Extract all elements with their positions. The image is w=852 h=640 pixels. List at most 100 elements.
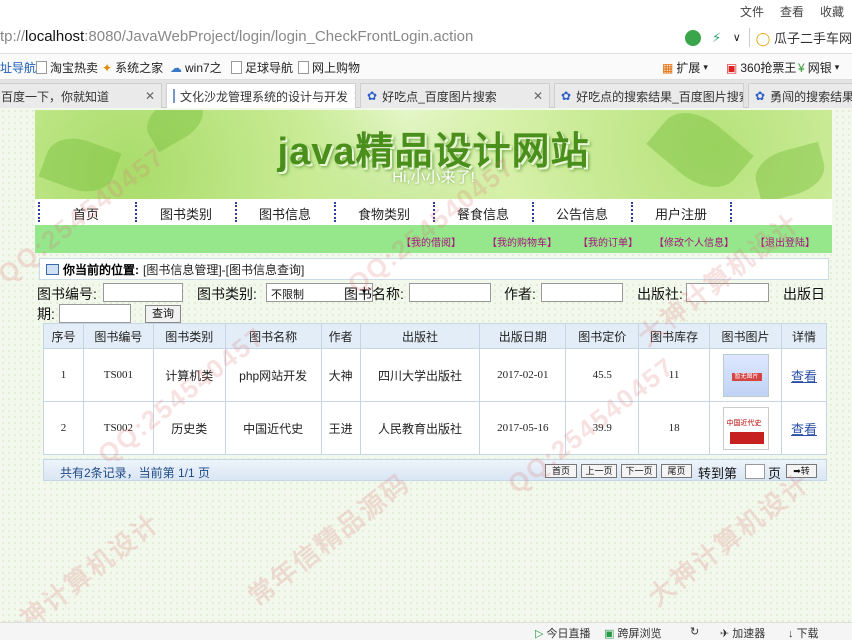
bookmark-system[interactable]: ✦ 系统之家 [102, 59, 163, 76]
pub-date-label: 出版日 [783, 286, 825, 302]
tab-baidu[interactable]: 百度一下，你就知道 ✕ [0, 83, 162, 108]
close-icon[interactable]: ✕ [145, 89, 155, 103]
go-button[interactable]: ➡转 [786, 464, 817, 478]
cell-stock: 18 [638, 401, 711, 455]
cell-book-no: TS002 [82, 401, 154, 455]
bank-button[interactable]: ¥ 网银 ▾ [798, 59, 839, 76]
tab-active[interactable]: 文化沙龙管理系统的设计与开发✕ [166, 83, 356, 108]
cross-screen-button[interactable]: ▣ 跨屏浏览 [604, 625, 661, 640]
rocket-icon: ✈ [720, 628, 730, 640]
nav-notice-info[interactable]: 公告信息 [556, 204, 608, 223]
bolt-icon[interactable]: ⚡ [709, 30, 725, 46]
nav-food-category[interactable]: 食物类别 [358, 204, 410, 223]
page-icon [173, 89, 175, 103]
search-box[interactable]: ◯ 瓜子二手车网 [748, 28, 852, 47]
col-header: 出版社 [359, 323, 481, 349]
last-page-button[interactable]: 尾页 [661, 464, 692, 478]
cell-index: 2 [43, 401, 84, 455]
table-row: 2 TS002 历史类 中国近代史 王进 人民教育出版社 2017-05-16 … [43, 401, 828, 455]
menu-file[interactable]: 文件 [740, 3, 764, 20]
logout-link[interactable]: 【退出登陆】 [755, 234, 815, 249]
my-borrowing-link[interactable]: 【我的借阅】 [401, 234, 461, 249]
chevron-down-icon[interactable]: ∨ [733, 31, 741, 44]
bookmark-football[interactable]: 足球导航 [231, 59, 293, 76]
cell-pub-date: 2017-05-16 [479, 401, 567, 455]
cell-pub-date: 2017-02-01 [479, 348, 567, 402]
col-header: 图书类别 [152, 323, 226, 349]
col-header: 作者 [320, 323, 361, 349]
refresh-icon[interactable]: ↻ [690, 625, 699, 638]
prev-page-button[interactable]: 上一页 [581, 464, 617, 478]
user-links-bar: 【我的借阅】 【我的购物车】 【我的订单】 【修改个人信息】 【退出登陆】 [35, 225, 832, 253]
nav-book-category[interactable]: 图书类别 [160, 204, 212, 223]
download-button[interactable]: ↓ 下载 [788, 625, 819, 640]
cell-publisher: 人民教育出版社 [359, 401, 481, 455]
menu-view[interactable]: 查看 [780, 3, 804, 20]
author-input[interactable] [541, 283, 623, 302]
query-button[interactable]: 查询 [145, 305, 181, 323]
cell-image: 中国近代史 [709, 401, 782, 455]
phone-icon: ▣ [604, 628, 615, 640]
watermark: 大神计算机设计 [642, 467, 816, 612]
site-banner: java精品设计网站 Hi,小小来了! [35, 110, 832, 199]
publisher-label: 出版社: [637, 286, 683, 302]
tab-images-2[interactable]: ✿好吃点的搜索结果_百度图片搜索✕ [554, 83, 744, 108]
edit-profile-link[interactable]: 【修改个人信息】 [654, 234, 734, 249]
close-icon[interactable]: ✕ [533, 89, 543, 103]
bookmark-nav[interactable]: 址导航 [0, 59, 36, 76]
view-detail-link[interactable]: 查看 [780, 348, 828, 402]
extensions-button[interactable]: ▦ 扩展 ▾ [662, 59, 708, 76]
main-nav: 首页 图书类别 图书信息 食物类别 餐食信息 公告信息 用户注册 [35, 199, 832, 225]
cell-publisher: 四川大学出版社 [359, 348, 481, 402]
cell-category: 历史类 [152, 401, 226, 455]
url-text[interactable]: tp://localhost:8080/JavaWebProject/login… [0, 28, 473, 45]
accelerator-button[interactable]: ✈ 加速器 [720, 625, 765, 640]
nav-user-register[interactable]: 用户注册 [655, 204, 707, 223]
tab-images-1[interactable]: ✿ 好吃点_百度图片搜索 ✕ [360, 83, 550, 108]
book-name-label: 图书名称: [344, 286, 404, 302]
record-summary: 共有2条记录，当前第 1/1 页 [60, 466, 211, 480]
nav-home[interactable]: 首页 [73, 204, 99, 223]
goto-page-input[interactable] [745, 464, 765, 479]
cell-stock: 11 [638, 348, 711, 402]
leaf-icon[interactable] [684, 29, 701, 46]
table-row: 1 TS001 计算机类 php网站开发 大神 四川大学出版社 2017-02-… [43, 348, 828, 402]
cell-price: 39.9 [565, 401, 640, 455]
watermark: 常年信精品源码 [242, 467, 416, 612]
close-icon[interactable]: ✕ [353, 89, 355, 103]
bookmark-taobao[interactable]: 淘宝热卖 [36, 59, 98, 76]
bookmark-win7[interactable]: ☁ win7之 [170, 59, 222, 76]
pagination: 共有2条记录，当前第 1/1 页 首页 上一页 下一页 尾页 转到第 页 ➡转 [43, 459, 827, 481]
next-page-button[interactable]: 下一页 [621, 464, 657, 478]
tab-images-3[interactable]: ✿ 勇闯的搜索结果_ [748, 83, 852, 108]
pub-date-input[interactable] [59, 304, 131, 323]
nav-book-info[interactable]: 图书信息 [259, 204, 311, 223]
ticket-button[interactable]: ▣ 360抢票王 [726, 59, 796, 76]
col-header: 序号 [43, 323, 84, 349]
my-cart-link[interactable]: 【我的购物车】 [487, 234, 557, 249]
nav-divider [631, 202, 633, 222]
page-icon [231, 61, 242, 74]
cell-index: 1 [43, 348, 84, 402]
bookmark-shopping[interactable]: 网上购物 [298, 59, 360, 76]
paw-icon: ✿ [755, 89, 766, 103]
bookmarks-bar: 址导航 淘宝热卖 ✦ 系统之家 ☁ win7之 足球导航 网上购物 ▦ 扩展 ▾ ▣ 36… [0, 54, 852, 80]
nav-meal-info[interactable]: 餐食信息 [457, 204, 509, 223]
view-detail-link[interactable]: 查看 [780, 401, 828, 455]
page-label: 页 [768, 466, 782, 481]
first-page-button[interactable]: 首页 [545, 464, 577, 478]
cell-author: 大神 [320, 348, 361, 402]
book-name-input[interactable] [409, 283, 491, 302]
cell-price: 45.5 [565, 348, 640, 402]
play-icon: ▷ [535, 628, 544, 640]
pub-date-label-cont: 期: [37, 306, 55, 322]
live-button[interactable]: ▷ 今日直播 [535, 625, 591, 640]
menu-favorites[interactable]: 收藏 [820, 3, 844, 20]
publisher-input[interactable] [686, 283, 769, 302]
book-no-input[interactable] [103, 283, 183, 302]
address-bar[interactable]: tp://localhost:8080/JavaWebProject/login… [0, 22, 852, 54]
nav-divider [334, 202, 336, 222]
page-icon [36, 61, 47, 74]
my-orders-link[interactable]: 【我的订单】 [578, 234, 638, 249]
nav-divider [532, 202, 534, 222]
